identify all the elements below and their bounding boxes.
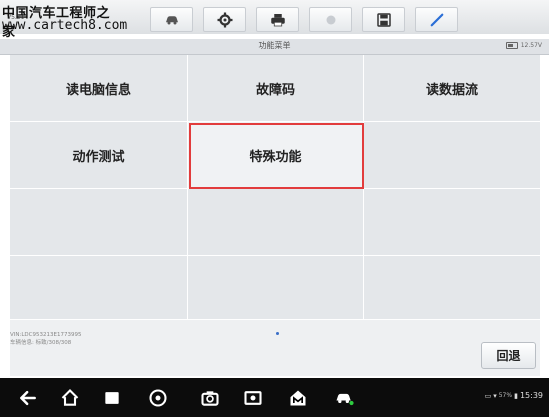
top-toolbar: V5.11 中国汽车工程师之家 www.cartech8.com: [0, 0, 549, 40]
back-arrow-icon[interactable]: [18, 388, 38, 408]
battery-icon: ▮: [514, 391, 518, 400]
voltage-value: 12.57V: [520, 42, 542, 49]
clock-time: 15:39: [519, 391, 543, 400]
settings-button[interactable]: [203, 7, 246, 32]
menu-item-empty: [188, 256, 364, 320]
car-connect-icon[interactable]: [334, 388, 354, 408]
info-area: [10, 320, 540, 376]
menu-item-empty: [10, 256, 188, 320]
menu-item-read-ecu-info[interactable]: 读电脑信息: [10, 55, 188, 122]
wifi-icon: ▾: [493, 391, 497, 400]
car-icon: [165, 15, 178, 24]
menu-item-actuation-test[interactable]: 动作测试: [10, 122, 188, 189]
pen-icon: [430, 13, 443, 26]
vehicle-button[interactable]: [150, 7, 193, 32]
function-menu-grid: 读电脑信息 故障码 读数据流 动作测试 特殊功能: [10, 55, 540, 320]
camera-icon[interactable]: [200, 388, 220, 408]
menu-item-empty: [188, 189, 364, 256]
print-button[interactable]: [256, 7, 299, 32]
save-button[interactable]: [362, 7, 405, 32]
car-battery-icon: [505, 42, 518, 49]
menu-item-data-stream[interactable]: 读数据流: [364, 55, 540, 122]
help-icon: [326, 15, 335, 24]
voltage-indicator: 12.57V: [505, 42, 542, 49]
status-area: ▭ ▾ 57% ▮ 15:39: [485, 391, 543, 400]
m-launcher-icon[interactable]: [288, 388, 308, 408]
keyboard-icon: ▭: [484, 391, 492, 400]
page-title: 功能菜单: [258, 41, 291, 50]
menu-item-empty: [364, 189, 540, 256]
vehicle-path: 车辆信息: 标致/308/308: [10, 340, 72, 346]
menu-item-empty: [10, 189, 188, 256]
gear-icon: [217, 12, 232, 27]
vehicle-info: VIN:LDC953213E1773995 车辆信息: 标致/308/308: [10, 331, 81, 347]
menu-item-special-functions[interactable]: 特殊功能: [188, 122, 364, 189]
battery-percent: 57%: [498, 392, 513, 399]
printer-icon: [270, 13, 285, 26]
menu-item-empty: [364, 256, 540, 320]
app-branding: V5.11 中国汽车工程师之家 www.cartech8.com: [0, 0, 127, 40]
browser-icon[interactable]: [148, 388, 168, 408]
menu-item-fault-codes[interactable]: 故障码: [188, 55, 364, 122]
save-icon: [376, 12, 391, 27]
menu-item-empty: [364, 122, 540, 189]
help-button[interactable]: [309, 7, 352, 32]
edit-button[interactable]: [415, 7, 458, 32]
page-indicator-dot: [276, 332, 279, 335]
recent-apps-icon[interactable]: [102, 388, 122, 408]
screen-capture-icon[interactable]: [243, 388, 263, 408]
vin-text: VIN:LDC953213E1773995: [10, 332, 82, 338]
home-icon[interactable]: [60, 388, 80, 408]
system-nav-bar: ▭ ▾ 57% ▮ 15:39: [0, 378, 549, 417]
title-bar: 功能菜单 12.57V: [0, 39, 549, 55]
watermark-url: www.cartech8.com: [2, 18, 128, 33]
back-button[interactable]: 回退: [481, 342, 536, 369]
